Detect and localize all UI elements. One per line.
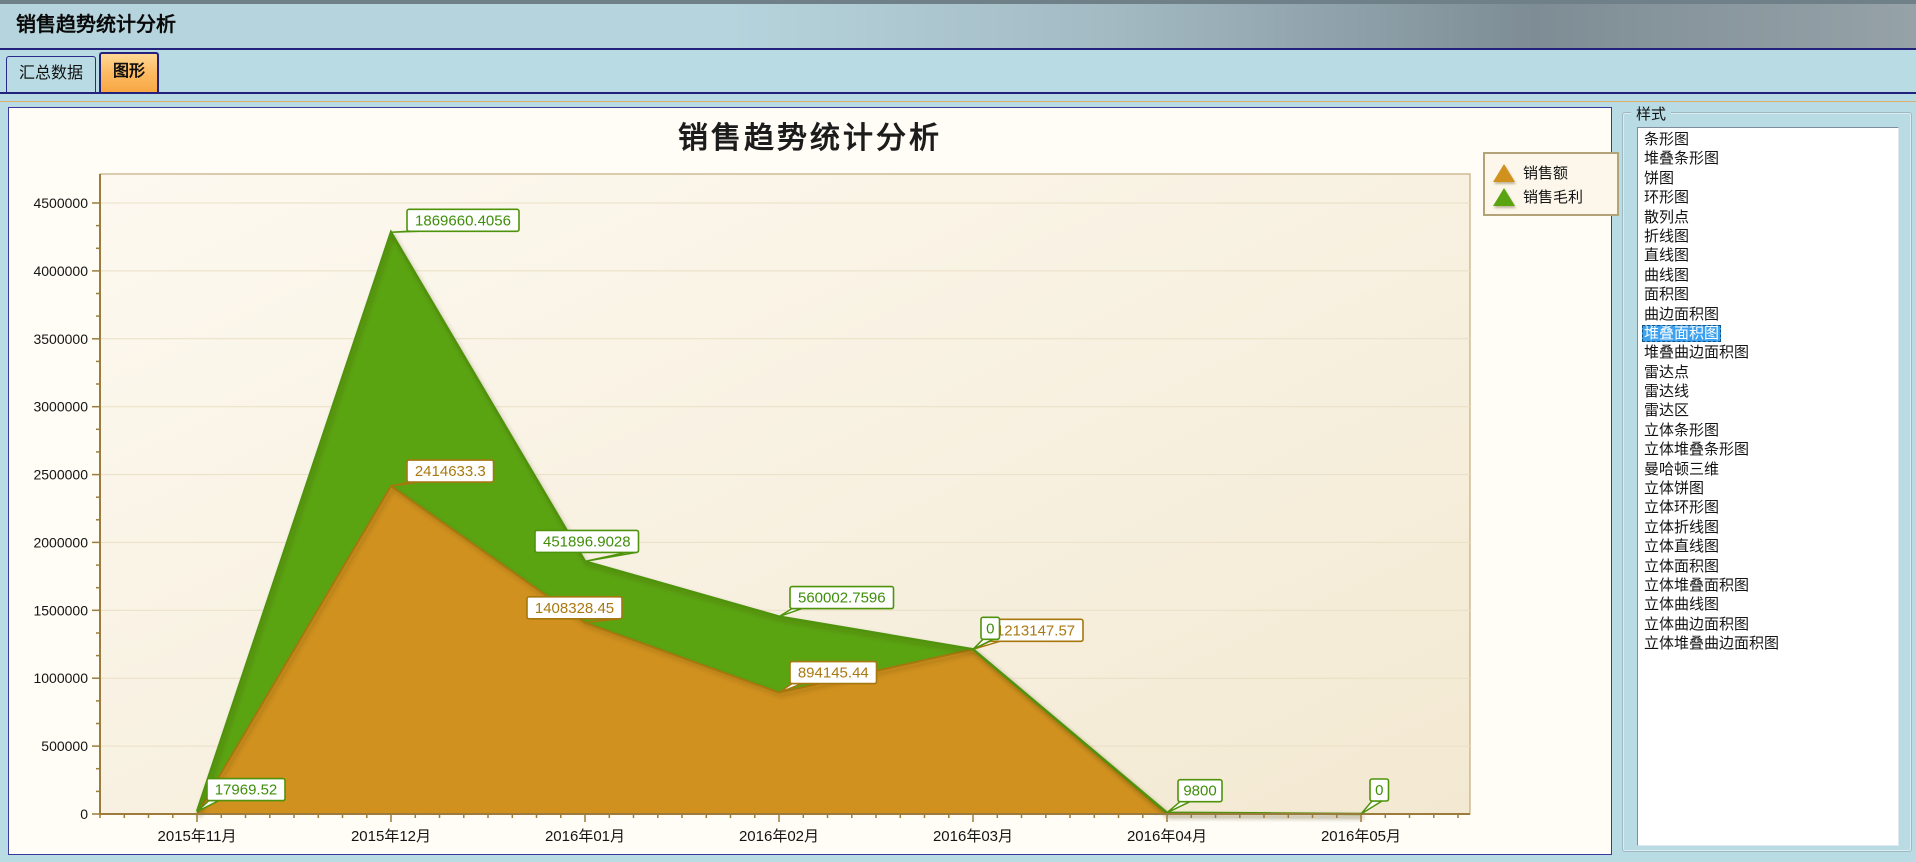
legend-triangle-icon xyxy=(1493,164,1515,182)
svg-text:500000: 500000 xyxy=(41,738,88,754)
style-option[interactable]: 雷达点 xyxy=(1638,363,1898,382)
style-option[interactable]: 面积图 xyxy=(1638,285,1898,304)
data-label: 2414633.3 xyxy=(391,460,494,486)
style-option[interactable]: 堆叠条形图 xyxy=(1638,149,1898,168)
style-option[interactable]: 立体曲边面积图 xyxy=(1638,615,1898,634)
chart-title: 销售趋势统计分析 xyxy=(9,113,1611,157)
style-option[interactable]: 散列点 xyxy=(1638,208,1898,227)
svg-text:1408328.45: 1408328.45 xyxy=(535,600,614,617)
legend-label: 销售毛利 xyxy=(1523,186,1583,207)
data-label: 1408328.45 xyxy=(527,597,622,623)
svg-text:3500000: 3500000 xyxy=(33,331,88,347)
legend-label: 销售额 xyxy=(1523,162,1568,183)
svg-text:2016年05月: 2016年05月 xyxy=(1321,828,1401,845)
svg-text:9800: 9800 xyxy=(1183,783,1216,800)
window-title: 销售趋势统计分析 xyxy=(0,4,1916,46)
y-axis-labels: 0 500000 1000000 1500000 2000000 2500000 30000… xyxy=(33,195,88,822)
style-option[interactable]: 曼哈顿三维 xyxy=(1638,460,1898,479)
style-option[interactable]: 立体饼图 xyxy=(1638,479,1898,498)
style-option[interactable]: 立体面积图 xyxy=(1638,557,1898,576)
x-axis-labels: 2015年11月 2015年12月 2016年01月 2016年02月 2016年03月… xyxy=(158,828,1402,845)
svg-text:1869660.4056: 1869660.4056 xyxy=(415,212,511,229)
style-option[interactable]: 条形图 xyxy=(1638,130,1898,149)
style-option[interactable]: 雷达区 xyxy=(1638,401,1898,420)
style-option[interactable]: 环形图 xyxy=(1638,188,1898,207)
style-option[interactable]: 雷达线 xyxy=(1638,382,1898,401)
svg-text:2015年12月: 2015年12月 xyxy=(351,828,431,845)
svg-text:2015年11月: 2015年11月 xyxy=(158,828,237,845)
style-option[interactable]: 曲边面积图 xyxy=(1638,305,1898,324)
svg-text:2016年01月: 2016年01月 xyxy=(545,828,625,845)
legend: 销售额销售毛利 xyxy=(1483,152,1619,216)
style-option[interactable]: 饼图 xyxy=(1638,169,1898,188)
sales-trend-chart: 0 500000 1000000 1500000 2000000 2500000 30000… xyxy=(9,108,1611,854)
style-option[interactable]: 堆叠曲边面积图 xyxy=(1638,343,1898,362)
svg-text:1000000: 1000000 xyxy=(33,670,88,686)
legend-item: 销售额 xyxy=(1493,162,1609,183)
style-option[interactable]: 立体堆叠曲边面积图 xyxy=(1638,634,1898,653)
style-option[interactable]: 曲线图 xyxy=(1638,266,1898,285)
svg-text:17969.52: 17969.52 xyxy=(215,782,278,799)
style-option[interactable]: 堆叠面积图 xyxy=(1638,324,1898,343)
svg-text:3000000: 3000000 xyxy=(33,399,88,415)
legend-item: 销售毛利 xyxy=(1493,186,1609,207)
style-option[interactable]: 立体堆叠面积图 xyxy=(1638,576,1898,595)
svg-text:0: 0 xyxy=(1375,782,1383,799)
svg-text:1500000: 1500000 xyxy=(33,602,88,618)
tab-summary-data[interactable]: 汇总数据 xyxy=(6,56,96,92)
style-option[interactable]: 立体堆叠条形图 xyxy=(1638,440,1898,459)
tab-page: 0 500000 1000000 1500000 2000000 2500000 30000… xyxy=(0,96,1916,862)
svg-text:4500000: 4500000 xyxy=(33,195,88,211)
svg-text:1213147.57: 1213147.57 xyxy=(996,622,1075,639)
tab-page-highlight-line xyxy=(0,101,1916,102)
data-label: 1869660.4056 xyxy=(391,209,519,232)
tab-strip: 汇总数据 图形 xyxy=(0,48,1916,94)
svg-text:2414633.3: 2414633.3 xyxy=(415,463,486,480)
svg-text:2016年02月: 2016年02月 xyxy=(739,828,819,845)
style-option[interactable]: 直线图 xyxy=(1638,246,1898,265)
style-group-label: 样式 xyxy=(1631,103,1671,124)
x-axis-ticks xyxy=(100,814,1458,822)
style-option[interactable]: 立体直线图 xyxy=(1638,537,1898,556)
svg-text:560002.7596: 560002.7596 xyxy=(798,590,886,607)
style-group-box: 样式 条形图堆叠条形图饼图环形图散列点折线图直线图曲线图面积图曲边面积图堆叠面积… xyxy=(1622,112,1912,852)
chart-panel: 0 500000 1000000 1500000 2000000 2500000 30000… xyxy=(8,107,1612,855)
tab-chart[interactable]: 图形 xyxy=(99,52,159,92)
svg-text:2016年03月: 2016年03月 xyxy=(933,828,1013,845)
svg-text:2500000: 2500000 xyxy=(33,467,88,483)
style-option[interactable]: 立体环形图 xyxy=(1638,498,1898,517)
svg-text:2016年04月: 2016年04月 xyxy=(1127,828,1207,845)
svg-text:451896.9028: 451896.9028 xyxy=(543,533,631,550)
y-axis-ticks xyxy=(92,203,100,814)
window-title-bar: 销售趋势统计分析 xyxy=(0,0,1916,48)
svg-text:0: 0 xyxy=(80,806,88,822)
svg-text:894145.44: 894145.44 xyxy=(798,665,869,682)
style-option[interactable]: 立体曲线图 xyxy=(1638,595,1898,614)
svg-text:2000000: 2000000 xyxy=(33,534,88,550)
style-listbox[interactable]: 条形图堆叠条形图饼图环形图散列点折线图直线图曲线图面积图曲边面积图堆叠面积图堆叠… xyxy=(1637,127,1899,846)
style-option[interactable]: 折线图 xyxy=(1638,227,1898,246)
svg-text:4000000: 4000000 xyxy=(33,263,88,279)
svg-text:0: 0 xyxy=(986,620,994,637)
style-option[interactable]: 立体条形图 xyxy=(1638,421,1898,440)
legend-triangle-icon xyxy=(1493,188,1515,206)
style-option[interactable]: 立体折线图 xyxy=(1638,518,1898,537)
